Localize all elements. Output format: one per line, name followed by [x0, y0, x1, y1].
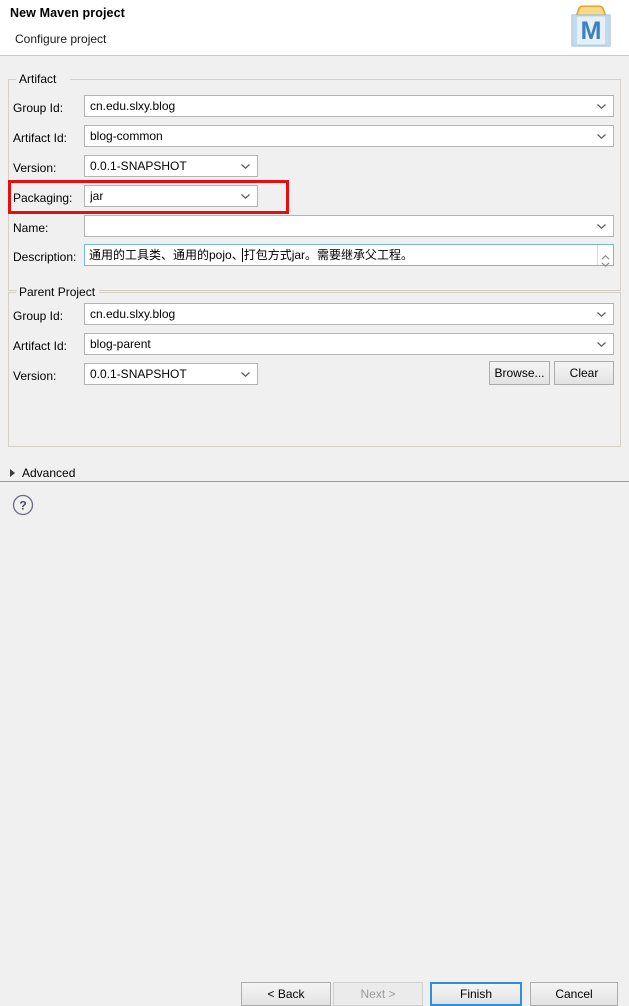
description-spinner[interactable] [597, 245, 613, 267]
triangle-right-icon [10, 469, 15, 477]
parent-artifact-id-combo[interactable]: blog-parent [84, 333, 614, 355]
back-button[interactable]: < Back [241, 982, 331, 1006]
artifact-group-id-value: cn.edu.slxy.blog [90, 99, 176, 113]
artifact-artifact-id-label: Artifact Id: [13, 131, 68, 145]
artifact-version-label: Version: [13, 161, 57, 175]
artifact-description-field[interactable]: 通用的工具类、通用的pojo、打包方式jar。需要继承父工程。 [84, 244, 614, 267]
artifact-packaging-label: Packaging: [13, 191, 73, 205]
chevron-down-icon [597, 312, 606, 317]
artifact-description-label: Description: [13, 250, 77, 264]
finish-button[interactable]: Finish [430, 982, 522, 1006]
chevron-down-icon [241, 164, 250, 169]
artifact-groupbox-legend: Artifact [17, 72, 61, 86]
clear-button[interactable]: Clear [554, 361, 614, 385]
spinner-up-icon[interactable] [601, 249, 610, 260]
artifact-group-id-combo[interactable]: cn.edu.slxy.blog [84, 95, 614, 117]
chevron-down-icon [597, 134, 606, 139]
chevron-down-icon [597, 104, 606, 109]
maven-logo-icon: M [571, 5, 611, 47]
parent-version-label: Version: [13, 369, 57, 383]
parent-artifact-id-label: Artifact Id: [13, 339, 68, 353]
parent-project-groupbox-legend: Parent Project [17, 285, 100, 299]
help-question-icon[interactable]: ? [12, 494, 34, 516]
artifact-artifact-id-value: blog-common [90, 129, 163, 143]
groupbox-top-right-line [98, 292, 621, 293]
cancel-button[interactable]: Cancel [530, 982, 618, 1006]
parent-version-combo[interactable]: 0.0.1-SNAPSHOT [84, 363, 258, 385]
artifact-name-label: Name: [13, 221, 49, 235]
artifact-description-value: 通用的工具类、通用的pojo、打包方式jar。需要继承父工程。 [89, 248, 414, 262]
chevron-down-icon [597, 342, 606, 347]
parent-group-id-combo[interactable]: cn.edu.slxy.blog [84, 303, 614, 325]
chevron-down-icon [241, 372, 250, 377]
dialog-header: New Maven project Configure project M [0, 0, 629, 56]
artifact-artifact-id-combo[interactable]: blog-common [84, 125, 614, 147]
artifact-packaging-value: jar [90, 189, 104, 203]
parent-version-value: 0.0.1-SNAPSHOT [90, 367, 187, 381]
page-title: New Maven project [10, 6, 125, 20]
groupbox-top-right-line [70, 79, 621, 80]
chevron-down-icon [597, 224, 606, 229]
spinner-down-icon[interactable] [601, 256, 610, 267]
advanced-label: Advanced [22, 466, 76, 480]
groupbox-top-left-line [8, 79, 16, 80]
artifact-version-combo[interactable]: 0.0.1-SNAPSHOT [84, 155, 258, 177]
artifact-version-value: 0.0.1-SNAPSHOT [90, 159, 187, 173]
artifact-name-combo[interactable] [84, 215, 614, 237]
groupbox-top-left-line [8, 292, 16, 293]
chevron-down-icon [241, 194, 250, 199]
browse-button[interactable]: Browse... [489, 361, 550, 385]
page-subtitle: Configure project [15, 32, 107, 46]
parent-artifact-id-value: blog-parent [90, 337, 151, 351]
parent-group-id-value: cn.edu.slxy.blog [90, 307, 176, 321]
next-button: Next > [333, 982, 423, 1006]
text-caret [242, 248, 243, 262]
svg-text:?: ? [19, 499, 26, 513]
dialog-body: Artifact Group Id: cn.edu.slxy.blog Arti… [0, 56, 629, 481]
artifact-group-id-label: Group Id: [13, 101, 64, 115]
parent-group-id-label: Group Id: [13, 309, 64, 323]
svg-text:M: M [581, 17, 602, 45]
dialog-footer: ? < Back Next > Finish Cancel [0, 481, 629, 1006]
artifact-packaging-combo[interactable]: jar [84, 185, 258, 207]
